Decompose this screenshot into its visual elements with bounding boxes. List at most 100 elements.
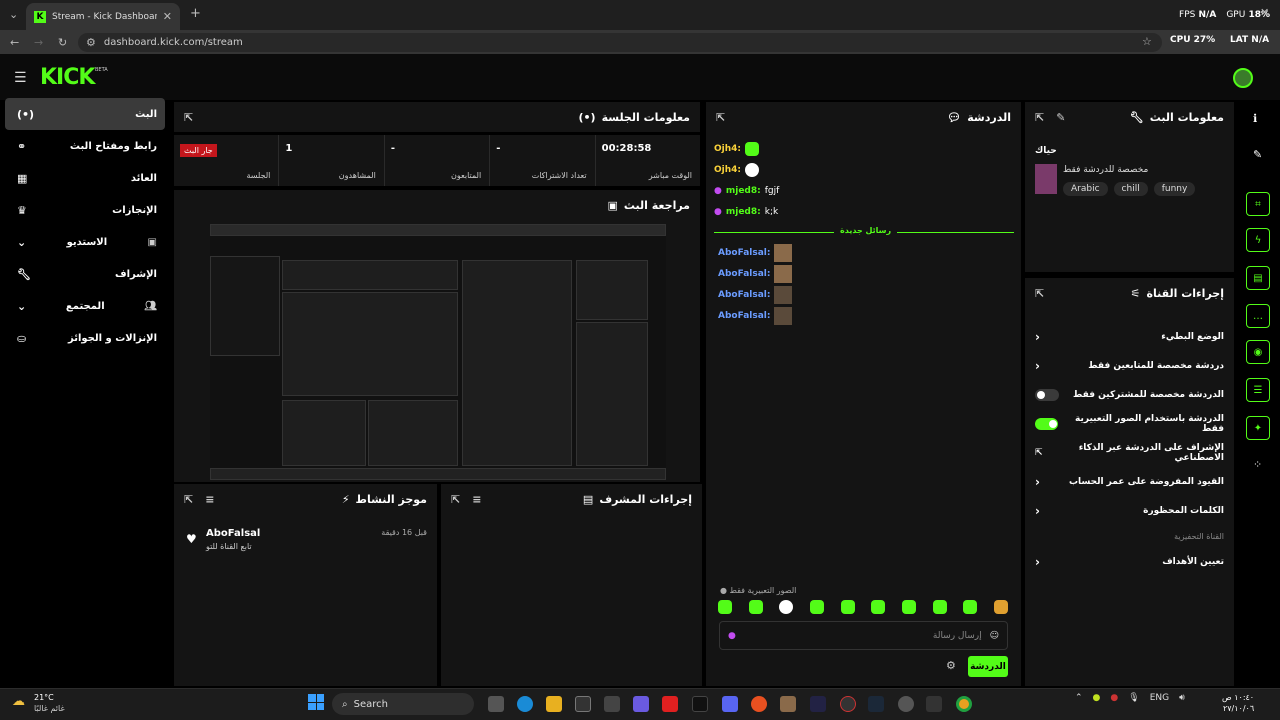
bookmark-star-icon[interactable]: ☆ <box>1142 35 1152 48</box>
emote-button[interactable] <box>748 600 763 614</box>
tag[interactable]: Arabic <box>1063 182 1108 196</box>
store-icon[interactable] <box>575 696 591 712</box>
more-icon[interactable]: ⁘ <box>1253 458 1262 471</box>
sidebar-item-moderation[interactable]: الإشراف 🔧︎ <box>5 258 165 290</box>
app-icon[interactable] <box>780 696 796 712</box>
emote-button[interactable] <box>993 600 1008 614</box>
youtube-icon[interactable] <box>662 696 678 712</box>
chat-user[interactable]: mjed8: <box>726 207 761 217</box>
tray-app-icon[interactable]: ● <box>1110 693 1118 703</box>
filter-icon[interactable]: ≡ <box>205 493 214 506</box>
forward-icon[interactable]: → <box>34 36 43 49</box>
emote-button[interactable] <box>932 600 947 614</box>
url-field[interactable]: ⚙ dashboard.kick.com/stream <box>78 33 1162 52</box>
chat-user[interactable]: Ojh4: <box>714 165 741 175</box>
volume-icon[interactable]: 🔊︎ <box>1179 693 1185 703</box>
chat-user[interactable]: AboFalsal: <box>718 290 770 300</box>
tiktok-icon[interactable] <box>692 696 708 712</box>
rail-broadcast-button[interactable]: ◉ <box>1246 340 1270 364</box>
chat-user[interactable]: AboFalsal: <box>718 248 770 258</box>
send-chat-button[interactable]: الدردشة <box>968 656 1008 677</box>
window-close-icon[interactable]: ✕ <box>1260 6 1269 19</box>
sidebar-item-achievements[interactable]: الإنجازات ♛ <box>5 194 165 226</box>
action-followers-only[interactable]: دردشة مخصصة للمتابعين فقط › <box>1025 351 1234 380</box>
settings-icon[interactable] <box>898 696 914 712</box>
edit-pencil-icon[interactable]: ✎ <box>1056 111 1065 124</box>
edge-icon[interactable] <box>517 696 533 712</box>
subscribers-only-toggle[interactable] <box>1035 388 1059 401</box>
emote-button[interactable] <box>963 600 978 614</box>
rail-clip-button[interactable]: ⌗ <box>1246 192 1270 216</box>
popout-icon[interactable]: ⇱ <box>1035 111 1044 124</box>
app-icon[interactable] <box>751 696 767 712</box>
taskview-icon[interactable] <box>488 696 504 712</box>
sidebar-item-studio[interactable]: ▣ الاستديو ⌄ <box>5 226 165 258</box>
chat-user[interactable]: Ojh4: <box>714 144 741 154</box>
sidebar-item-stream-key[interactable]: رابط ومفتاح البث ⚭ <box>5 130 165 162</box>
menu-icon[interactable]: ☰ <box>14 70 27 86</box>
rail-chat-button[interactable]: … <box>1246 304 1270 328</box>
chrome-icon[interactable] <box>956 696 972 712</box>
emote-button[interactable] <box>840 600 855 614</box>
steam-icon[interactable] <box>868 696 884 712</box>
popout-icon[interactable]: ⇱ <box>716 111 725 124</box>
tray-expand-icon[interactable]: ⌃ <box>1075 693 1083 703</box>
filter-icon[interactable]: ≡ <box>472 493 481 506</box>
action-set-goals[interactable]: تعيين الأهداف › <box>1025 547 1234 576</box>
chat-user[interactable]: AboFalsal: <box>718 269 770 279</box>
tag[interactable]: chill <box>1113 182 1148 196</box>
kick-logo[interactable]: KICK <box>40 65 95 90</box>
chat-input[interactable]: ● إرسال رسالة ☺ <box>719 621 1008 650</box>
popout-icon[interactable]: ⇱ <box>451 493 460 506</box>
back-icon[interactable]: ← <box>10 36 19 49</box>
tray-app-icon[interactable]: ● <box>1093 693 1101 703</box>
emote-only-toggle[interactable] <box>1035 417 1058 430</box>
new-tab-icon[interactable]: + <box>190 6 201 21</box>
chat-settings-gear-icon[interactable]: ⚙ <box>946 659 956 672</box>
rail-bolt-button[interactable]: ϟ <box>1246 228 1270 252</box>
edit-pencil-icon[interactable]: ✎ <box>1253 148 1262 161</box>
popout-icon[interactable]: ⇱ <box>1035 287 1044 300</box>
language-indicator[interactable]: ENG <box>1150 693 1169 703</box>
browser-tab[interactable]: K Stream - Kick Dashboard ✕ <box>26 3 180 30</box>
app-icon[interactable] <box>840 696 856 712</box>
discord-icon[interactable] <box>722 696 738 712</box>
emote-button[interactable] <box>779 600 794 614</box>
tab-list-icon[interactable]: ⌄ <box>9 8 18 21</box>
emote-button[interactable] <box>809 600 824 614</box>
action-banned-words[interactable]: الكلمات المحظورة › <box>1025 496 1234 525</box>
stream-category[interactable]: مخصصة للدردشة فقط <box>1063 165 1148 175</box>
taskbar-search[interactable]: ⌕ Search <box>332 693 474 715</box>
site-info-icon[interactable]: ⚙ <box>86 36 96 49</box>
emote-button[interactable] <box>718 600 732 614</box>
sidebar-item-community[interactable]: 👥︎ المجتمع ⌄ <box>5 290 165 322</box>
microphone-icon[interactable]: 🎙︎ <box>1128 693 1139 703</box>
windows-start-icon[interactable] <box>308 694 324 710</box>
app-icon[interactable] <box>604 696 620 712</box>
reload-icon[interactable]: ↻ <box>58 36 67 49</box>
stream-preview-video[interactable] <box>210 224 666 480</box>
rail-layout-button[interactable]: ☰ <box>1246 378 1270 402</box>
sidebar-item-stream[interactable]: البث (•) <box>5 98 165 130</box>
chat-user[interactable]: mjed8: <box>726 186 761 196</box>
emoji-picker-icon[interactable]: ☺ <box>990 631 999 641</box>
taskbar-clock[interactable]: ١٠:٤٠ ص ٢٧/١٠/٠٦ <box>1222 692 1254 714</box>
file-explorer-icon[interactable] <box>546 696 562 712</box>
tag[interactable]: funny <box>1153 182 1196 196</box>
info-icon[interactable]: ℹ <box>1253 112 1257 125</box>
action-slow-mode[interactable]: الوضع البطيء › <box>1025 322 1234 351</box>
popout-icon[interactable]: ⇱ <box>184 493 193 506</box>
rail-notes-button[interactable]: ▤ <box>1246 266 1270 290</box>
copilot-icon[interactable] <box>633 696 649 712</box>
chat-user[interactable]: AboFalsal: <box>718 311 770 321</box>
sidebar-item-drops[interactable]: الإنزالات و الجوائز ⛀ <box>5 322 165 354</box>
close-tab-icon[interactable]: ✕ <box>163 10 172 23</box>
user-avatar[interactable] <box>1233 68 1253 88</box>
popout-icon[interactable]: ⇱ <box>184 111 193 124</box>
action-ai-moderation[interactable]: الإشراف على الدردشة عبر الذكاء الاصطناعي… <box>1025 438 1234 467</box>
rail-wrench-button[interactable]: ✦ <box>1246 416 1270 440</box>
action-account-age[interactable]: القيود المفروضة على عمر الحساب › <box>1025 467 1234 496</box>
sidebar-item-revenue[interactable]: العائد ▦ <box>5 162 165 194</box>
emote-button[interactable] <box>901 600 916 614</box>
emote-button[interactable] <box>871 600 886 614</box>
